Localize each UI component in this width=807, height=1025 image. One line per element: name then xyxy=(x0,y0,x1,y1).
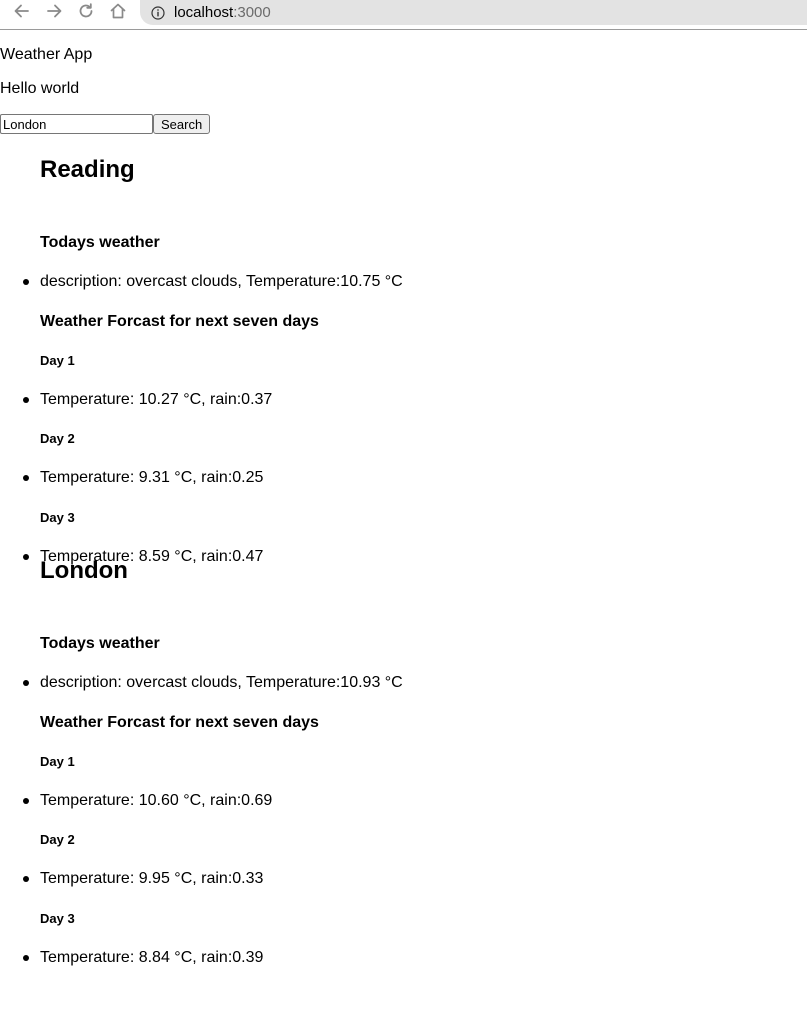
forecast-day-list: Temperature: 10.27 °C, rain:0.37 xyxy=(22,390,273,409)
address-bar[interactable]: localhost:3000 xyxy=(140,0,807,25)
forecast-day-label: Day 1 xyxy=(40,754,75,769)
forecast-day-list: Temperature: 10.60 °C, rain:0.69 xyxy=(22,791,273,810)
home-button[interactable] xyxy=(105,0,131,22)
forecast-day-label: Day 3 xyxy=(40,510,75,525)
arrow-left-icon xyxy=(14,4,29,18)
today-heading: Todays weather xyxy=(40,234,160,251)
today-heading: Todays weather xyxy=(40,635,160,652)
url-host: localhost xyxy=(174,4,234,21)
city-search-input[interactable] xyxy=(0,114,153,134)
forecast-day-item: Temperature: 10.27 °C, rain:0.37 xyxy=(22,391,273,408)
today-list: description: overcast clouds, Temperatur… xyxy=(23,272,403,291)
forecast-day-label: Day 1 xyxy=(40,353,75,368)
forecast-day-list: Temperature: 8.84 °C, rain:0.39 xyxy=(22,948,264,967)
forecast-day-label: Day 3 xyxy=(40,911,75,926)
forecast-day-list: Temperature: 9.95 °C, rain:0.33 xyxy=(22,869,264,888)
forecast-day-list: Temperature: 9.31 °C, rain:0.25 xyxy=(22,468,264,487)
forecast-heading: Weather Forcast for next seven days xyxy=(40,714,319,731)
forecast-day-item: Temperature: 9.95 °C, rain:0.33 xyxy=(22,870,264,887)
forecast-heading: Weather Forcast for next seven days xyxy=(40,313,319,330)
city-name: London xyxy=(40,557,128,584)
today-list: description: overcast clouds, Temperatur… xyxy=(23,673,403,692)
search-form: Search xyxy=(0,114,211,134)
reload-icon xyxy=(79,3,93,18)
app-title: Weather App xyxy=(0,46,93,63)
forecast-day-label: Day 2 xyxy=(40,832,75,847)
city-list: Reading Todays weather description: over… xyxy=(22,156,800,966)
forecast-day-item: Temperature: 9.31 °C, rain:0.25 xyxy=(22,469,264,486)
url-text: localhost:3000 xyxy=(174,4,271,21)
forecast-day-label: Day 2 xyxy=(40,431,75,446)
back-button[interactable] xyxy=(9,0,35,22)
forecast-day-item: Temperature: 8.84 °C, rain:0.39 xyxy=(22,949,264,966)
greeting-text: Hello world xyxy=(0,80,80,97)
city-card-reading: Reading Todays weather description: over… xyxy=(22,156,800,565)
arrow-right-icon xyxy=(47,4,62,18)
today-weather-item: description: overcast clouds, Temperatur… xyxy=(23,273,403,290)
forecast-day-item: Temperature: 10.60 °C, rain:0.69 xyxy=(22,792,273,809)
forward-button[interactable] xyxy=(41,0,67,22)
reload-button[interactable] xyxy=(73,0,99,22)
today-weather-item: description: overcast clouds, Temperatur… xyxy=(23,674,403,691)
url-port: :3000 xyxy=(233,4,271,21)
city-name: Reading xyxy=(40,156,135,183)
city-card-london: London Todays weather description: overc… xyxy=(22,557,800,966)
info-icon[interactable] xyxy=(150,5,165,20)
home-icon xyxy=(110,3,126,19)
search-button[interactable]: Search xyxy=(153,114,211,134)
browser-toolbar: localhost:3000 xyxy=(0,0,807,30)
